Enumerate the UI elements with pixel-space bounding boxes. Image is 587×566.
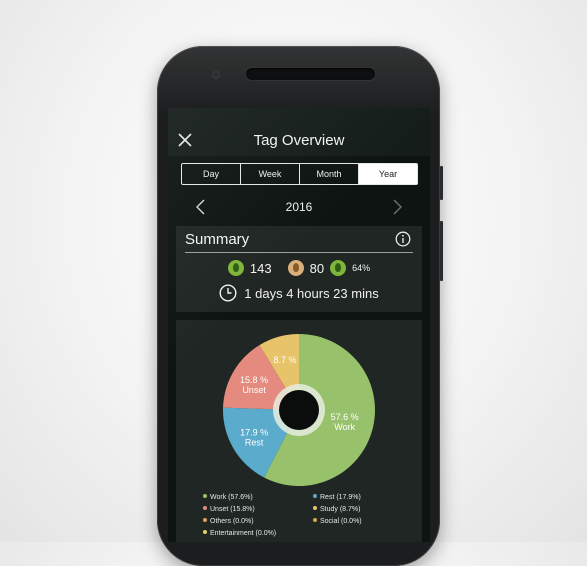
page-title: Tag Overview bbox=[253, 132, 345, 149]
success-rate: 64% bbox=[352, 263, 371, 273]
slice-label-rest-pct: 17.9 % bbox=[240, 427, 268, 437]
period-navigator: 2016 bbox=[168, 196, 430, 218]
slice-label-study-pct: 8.7 % bbox=[273, 355, 296, 365]
volume-button bbox=[440, 166, 443, 200]
legend-item-unset: Unset (15.8%) bbox=[203, 506, 255, 513]
app-screen: Tag Overview Day Week Month Year 2016 Su… bbox=[168, 108, 430, 542]
info-icon[interactable] bbox=[395, 231, 411, 247]
success-rate-icon bbox=[330, 260, 347, 276]
slice-label-unset-pct: 15.8 % bbox=[240, 375, 268, 385]
legend-label: Study (8.7%) bbox=[320, 506, 361, 513]
legend-dot bbox=[203, 506, 207, 510]
withered-tree-icon bbox=[287, 260, 304, 276]
legend-item-social: Social (0.0%) bbox=[313, 518, 362, 525]
slice-label-work-pct: 57.6 % bbox=[331, 412, 359, 422]
total-time-row: 1 days 4 hours 23 mins bbox=[176, 284, 422, 302]
donut-hole bbox=[279, 390, 319, 430]
legend-item-entertainment: Entertainment (0.0%) bbox=[203, 530, 276, 537]
tag-donut-chart: 57.6 %Work 17.9 %Rest 15.8 %Unset 8.7 % bbox=[223, 334, 375, 486]
legend-dot bbox=[313, 518, 317, 522]
tag-chart-card: 57.6 % Work 17.9 % Rest 15.8 % Unset 8.7 % Wor… bbox=[176, 320, 422, 542]
legend-dot bbox=[203, 494, 207, 498]
total-time: 1 days 4 hours 23 mins bbox=[244, 285, 379, 301]
healthy-tree-icon bbox=[227, 260, 244, 276]
chevron-right-icon[interactable] bbox=[390, 199, 404, 215]
top-bar: Tag Overview bbox=[168, 108, 430, 156]
period-tabs: Day Week Month Year bbox=[181, 163, 418, 185]
legend-dot bbox=[313, 494, 317, 498]
legend-label: Others (0.0%) bbox=[210, 518, 254, 525]
withered-tree-count: 80 bbox=[309, 260, 325, 276]
slice-label-rest-name: Rest bbox=[245, 437, 264, 447]
legend-item-others: Others (0.0%) bbox=[203, 518, 254, 525]
legend-label: Work (57.6%) bbox=[210, 494, 253, 501]
summary-title: Summary bbox=[185, 231, 250, 248]
earpiece-speaker bbox=[246, 68, 375, 80]
tab-week[interactable]: Week bbox=[241, 164, 300, 184]
legend-item-work: Work (57.6%) bbox=[203, 494, 253, 501]
legend-label: Social (0.0%) bbox=[320, 518, 362, 525]
legend-item-rest: Rest (17.9%) bbox=[313, 494, 361, 501]
slice-label-work-name: Work bbox=[334, 422, 355, 432]
front-camera bbox=[213, 72, 219, 78]
slice-label-unset-name: Unset bbox=[242, 385, 266, 395]
tab-year[interactable]: Year bbox=[359, 164, 417, 184]
legend-item-study: Study (8.7%) bbox=[313, 506, 360, 513]
clock-icon bbox=[219, 284, 237, 302]
tree-stats: 143 80 64% bbox=[176, 260, 422, 276]
healthy-tree-count: 143 bbox=[249, 260, 272, 276]
tab-month[interactable]: Month bbox=[300, 164, 359, 184]
summary-card: Summary 143 80 64% 1 days 4 hours 23 min… bbox=[176, 226, 422, 312]
legend-dot bbox=[313, 506, 317, 510]
legend-dot bbox=[203, 530, 207, 534]
summary-divider bbox=[185, 252, 413, 253]
power-button bbox=[440, 221, 443, 281]
legend-label: Unset (15.8%) bbox=[210, 506, 255, 513]
tab-day[interactable]: Day bbox=[182, 164, 241, 184]
phone-sheen bbox=[157, 46, 440, 116]
legend-label: Rest (17.9%) bbox=[320, 494, 361, 501]
legend-dot bbox=[203, 518, 207, 522]
legend-label: Entertainment (0.0%) bbox=[210, 530, 277, 537]
